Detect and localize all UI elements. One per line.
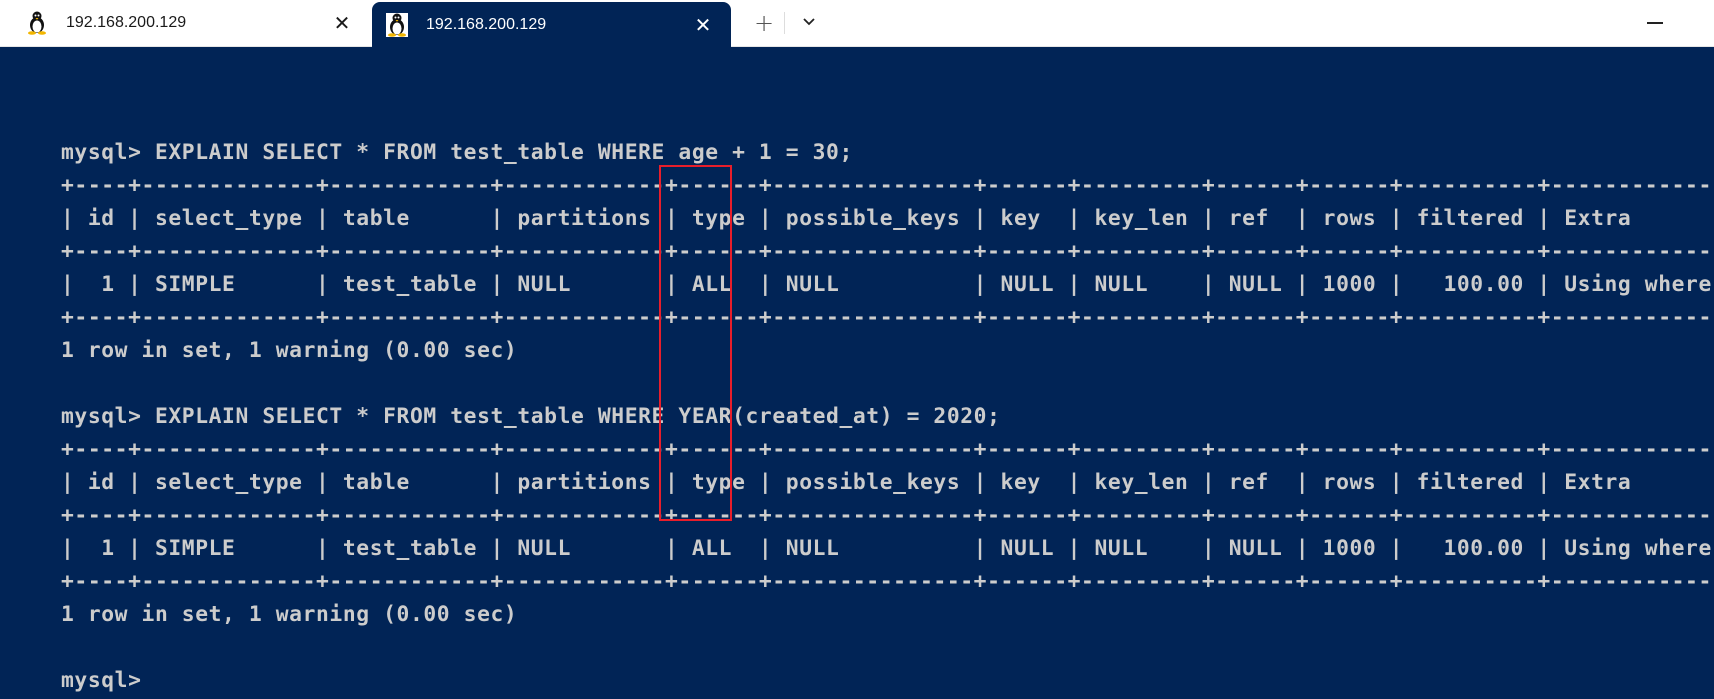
- table-header-row: | id | select_type | table | partitions …: [61, 470, 1714, 495]
- linux-penguin-icon: [386, 12, 408, 37]
- linux-penguin-icon: [26, 11, 48, 35]
- tab-inactive[interactable]: 192.168.200.129 ✕: [0, 0, 370, 46]
- tab-dropdown-button[interactable]: [793, 8, 825, 38]
- table-row: | 1 | SIMPLE | test_table | NULL | ALL |…: [61, 536, 1714, 561]
- table-border: +----+-------------+------------+-------…: [61, 305, 1714, 330]
- tab-bar: 192.168.200.129 ✕ 192.168.200.129 ✕ +: [0, 0, 1714, 47]
- tab-title: 192.168.200.129: [426, 15, 547, 33]
- type-column-highlight-box: [659, 165, 732, 521]
- table-row: | 1 | SIMPLE | test_table | NULL | ALL |…: [61, 272, 1714, 297]
- result-summary: 1 row in set, 1 warning (0.00 sec): [61, 602, 518, 627]
- terminal-pane[interactable]: mysql> EXPLAIN SELECT * FROM test_table …: [0, 47, 1714, 699]
- terminal-prompt[interactable]: mysql>: [61, 664, 1714, 697]
- tab-separator: [784, 12, 785, 34]
- table-header-row: | id | select_type | table | partitions …: [61, 206, 1714, 231]
- close-tab-icon[interactable]: ✕: [322, 11, 362, 35]
- table-border: +----+-------------+------------+-------…: [61, 569, 1714, 594]
- result-summary: 1 row in set, 1 warning (0.00 sec): [61, 338, 518, 363]
- chevron-down-icon: [803, 18, 815, 26]
- table-border: +----+-------------+------------+-------…: [61, 173, 1714, 198]
- terminal-command-line: mysql> EXPLAIN SELECT * FROM test_table …: [61, 404, 1001, 429]
- terminal-command-line: mysql> EXPLAIN SELECT * FROM test_table …: [61, 140, 853, 165]
- close-tab-icon[interactable]: ✕: [683, 13, 723, 37]
- tab-active[interactable]: 192.168.200.129 ✕: [372, 2, 731, 47]
- table-border: +----+-------------+------------+-------…: [61, 503, 1714, 528]
- tab-title: 192.168.200.129: [66, 14, 187, 31]
- table-border: +----+-------------+------------+-------…: [61, 239, 1714, 264]
- terminal-output: mysql> EXPLAIN SELECT * FROM test_table …: [61, 103, 1714, 697]
- new-tab-button[interactable]: +: [748, 8, 780, 38]
- minimize-button[interactable]: [1640, 10, 1674, 36]
- table-border: +----+-------------+------------+-------…: [61, 437, 1714, 462]
